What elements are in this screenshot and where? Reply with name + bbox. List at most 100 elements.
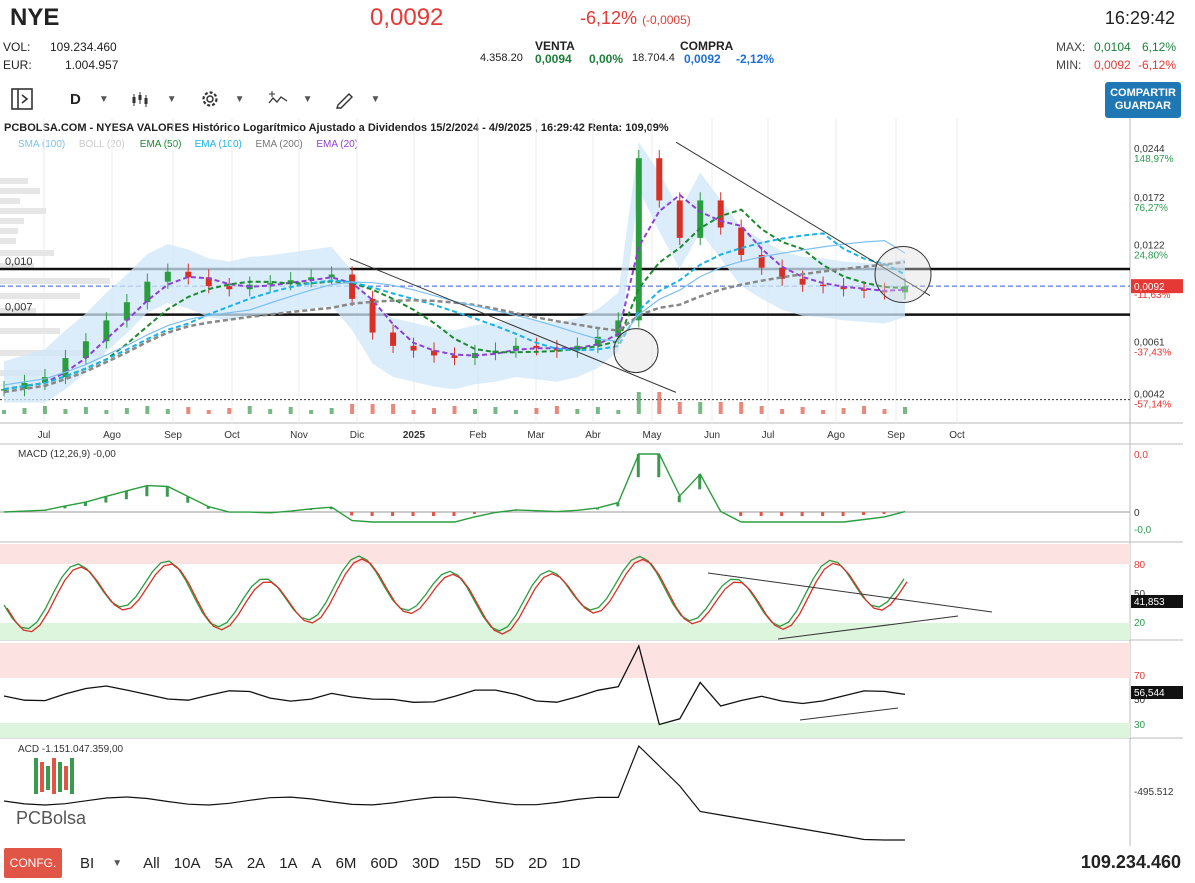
candle-body [62,357,69,378]
sto-tick: 80 [1134,560,1146,571]
chart-area[interactable]: PCBOLSA.COM - NYESA VALORES Histórico Lo… [0,118,1195,846]
compra-label: COMPRA [680,39,734,53]
candle-body [390,332,397,346]
candle-body [799,278,806,285]
legend-item: BOLL (20) [79,139,125,150]
legend-item: EMA (100) [195,139,242,150]
eur-label: EUR: [3,58,32,72]
max-value: 0,0104 [1094,40,1131,54]
period-value: D [70,90,81,108]
candle-body [103,320,110,342]
logo-bar [64,766,68,790]
macd-histogram-bar [759,512,763,516]
share-label: COMPARTIR [1110,87,1176,99]
breakout-circle-1 [613,328,659,374]
change-pct: -6,12% [580,8,638,28]
macd-histogram-bar [370,512,374,516]
range-15d[interactable]: 15D [446,855,488,872]
macd-histogram-bar [391,512,395,516]
range-a[interactable]: A [305,855,329,872]
logo-bar [40,762,44,792]
toggle-panel-button[interactable] [4,85,40,113]
venta-qty: 4.358.20 [480,52,523,64]
last-price: 0,0092 [370,4,444,31]
volume-bar [206,410,211,414]
y-tick-pct: -57,14% [1134,400,1171,411]
chart-title: PCBOLSA.COM - NYESA VALORES Histórico Lo… [4,122,669,134]
config-button[interactable]: CONFG. [4,848,62,878]
mode-value: BI [80,854,95,872]
chart-type-select[interactable]: ▼ [125,88,183,110]
pencil-icon [336,93,354,109]
candle-body [717,200,724,228]
volume-bar [411,410,416,414]
range-2d[interactable]: 2D [521,855,554,872]
range-1d[interactable]: 1D [554,855,587,872]
volume-bar [350,404,355,414]
period-select[interactable]: D ▼ [64,89,115,110]
macd-histogram-bar [882,512,886,514]
chevron-down-icon: ▼ [302,93,313,105]
volume-bar [472,409,477,414]
range-1a[interactable]: 1A [272,855,304,872]
macd-histogram-bar [657,454,661,478]
candlestick-icon [132,92,148,107]
volume-bar [2,410,6,414]
clock: 16:29:42 [1104,8,1175,28]
mode-select[interactable]: BI ▼ [80,855,122,872]
indicators-select[interactable]: ▼ [261,87,319,111]
y-tick-pct: -37,43% [1134,348,1171,359]
volume-bar [165,409,170,414]
volume-bar [739,402,744,414]
min-value: 0,0092 [1094,58,1131,72]
share-save-button[interactable]: COMPARTIR GUARDAR [1105,82,1181,118]
x-tick-label: Mar [527,430,545,441]
macd-histogram-bar [452,512,456,516]
range-2a[interactable]: 2A [240,855,272,872]
range-60d[interactable]: 60D [363,855,405,872]
range-6m[interactable]: 6M [329,855,364,872]
macd-histogram-bar [124,490,128,500]
candle-body [820,284,827,287]
macd-label: MACD (12,26,9) -0,00 [18,449,116,460]
logo-bar [46,766,50,790]
volume-bar [554,406,559,414]
chevron-down-icon: ▼ [234,93,245,105]
range-all[interactable]: All [136,855,167,872]
ticker-symbol: NYE [10,4,60,31]
volume-bar [800,407,805,414]
volume-bar [268,409,273,414]
volume-profile-bar [0,238,16,244]
sto-tick: 20 [1134,618,1146,629]
candle-body [164,271,171,282]
lower-level-label: 0,007 [5,302,33,314]
range-5a[interactable]: 5A [207,855,239,872]
range-30d[interactable]: 30D [405,855,447,872]
rsi-tick: 30 [1134,720,1146,731]
drawing-tools-select[interactable]: ▼ [328,87,386,111]
x-tick-label: Jul [762,430,775,441]
panel-toggle-icon [11,88,33,110]
pcbolsa-logo: PCBolsa [16,808,87,828]
settings-select[interactable]: ▼ [193,86,251,112]
change-abs: (-0,0005) [642,13,691,27]
range-10a[interactable]: 10A [167,855,208,872]
volume-bar [841,408,846,414]
volume-bar [42,406,47,414]
volume-bar [882,409,887,414]
macd-histogram-bar [432,512,436,516]
x-tick-label: Ago [103,430,121,441]
max-pct: 6,12% [1142,40,1177,54]
volume-bar [227,408,232,414]
save-label: GUARDAR [1114,100,1172,112]
volume-bar [186,407,191,414]
volume-bar [432,408,437,414]
chevron-down-icon: ▼ [370,93,381,105]
price-change: -6,12% (-0,0005) [580,8,691,29]
min-label: MIN: [1056,58,1082,72]
x-tick-label: 2025 [403,430,426,441]
range-5d[interactable]: 5D [488,855,521,872]
volume-bar [575,409,580,414]
venta-price: 0,0094 [535,52,572,66]
upper-level-label: 0,010 [5,256,33,268]
